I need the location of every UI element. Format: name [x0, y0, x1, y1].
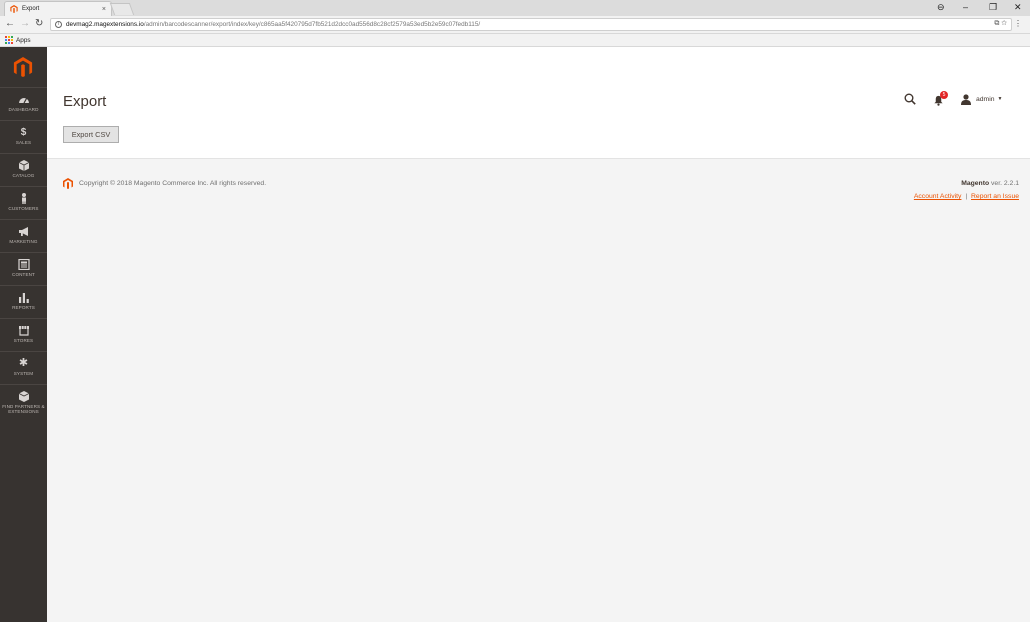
- sidebar-item-system[interactable]: ✱ SYSTEM: [0, 351, 47, 384]
- magento-footer-logo-icon: [63, 178, 73, 189]
- megaphone-icon: [18, 227, 28, 236]
- reload-icon[interactable]: ↻: [35, 18, 43, 29]
- sidebar-item-marketing[interactable]: MARKETING: [0, 219, 47, 252]
- address-bar[interactable]: i devmag2.magextensions.io /admin/barcod…: [50, 18, 1012, 31]
- sidebar-item-label: FIND PARTNERS & EXTENSIONS: [2, 404, 45, 414]
- sidebar-item-find-partners[interactable]: FIND PARTNERS & EXTENSIONS: [0, 384, 47, 424]
- sidebar-item-label: STORES: [13, 338, 34, 343]
- browser-tab[interactable]: Export ×: [4, 1, 112, 16]
- magento-logo-icon[interactable]: [13, 57, 33, 77]
- report-issue-link[interactable]: Report an Issue: [971, 193, 1019, 200]
- account-activity-link[interactable]: Account Activity: [914, 193, 962, 200]
- store-icon: [18, 326, 29, 336]
- sidebar-item-sales[interactable]: $ SALES: [0, 120, 47, 153]
- admin-menu: DASHBOARD $ SALES CATALOG CUSTOMERS MARK…: [0, 87, 47, 424]
- sidebar-item-label: DASHBOARD: [8, 107, 39, 112]
- search-icon[interactable]: [904, 93, 916, 105]
- bar-chart-icon: [18, 293, 29, 303]
- caret-down-icon: ▼: [997, 96, 1003, 102]
- magento-brand: Magento: [961, 180, 990, 187]
- box-icon: [18, 160, 29, 171]
- forward-icon[interactable]: →: [20, 18, 30, 29]
- sidebar-item-customers[interactable]: CUSTOMERS: [0, 186, 47, 219]
- page-title: Export: [63, 93, 107, 110]
- admin-sidebar: DASHBOARD $ SALES CATALOG CUSTOMERS MARK…: [0, 47, 47, 622]
- browser-menu-icon[interactable]: ⋮: [1014, 19, 1022, 28]
- export-csv-button[interactable]: Export CSV: [63, 126, 119, 143]
- sidebar-item-label: CUSTOMERS: [8, 206, 39, 211]
- user-name: admin: [976, 95, 995, 103]
- sidebar-item-label: REPORTS: [12, 305, 35, 310]
- magento-version: Magento ver. 2.2.1: [961, 180, 1019, 187]
- page-header: Export Export CSV 5 admin ▼: [47, 47, 1030, 159]
- sidebar-item-label: CATALOG: [12, 173, 35, 178]
- partners-icon: [18, 391, 29, 402]
- content-icon: [17, 259, 30, 270]
- close-window-icon[interactable]: ✕: [1014, 2, 1022, 13]
- url-host: devmag2.magextensions.io: [66, 21, 144, 28]
- user-icon: [961, 93, 971, 105]
- profile-icon[interactable]: ⊖: [937, 2, 945, 13]
- sidebar-item-reports[interactable]: REPORTS: [0, 285, 47, 318]
- sidebar-item-label: MARKETING: [9, 239, 38, 244]
- bookmarks-bar: Apps: [0, 34, 1030, 47]
- tab-close-icon[interactable]: ×: [102, 6, 106, 13]
- magento-favicon-icon: [10, 5, 18, 13]
- copyright-text: Copyright © 2018 Magento Commerce Inc. A…: [79, 180, 267, 187]
- browser-toolbar: ← → ↻ i devmag2.magextensions.io /admin/…: [0, 16, 1030, 34]
- new-tab-button[interactable]: [109, 3, 135, 15]
- gear-icon: ✱: [18, 357, 29, 369]
- tab-title: Export: [22, 6, 40, 12]
- sidebar-item-content[interactable]: CONTENT: [0, 252, 47, 285]
- version-number: ver. 2.2.1: [989, 180, 1019, 187]
- notifications-button[interactable]: 5: [933, 91, 948, 106]
- footer-separator: |: [965, 193, 968, 200]
- browser-tab-bar: Export × ⊖ – ❐ ✕: [0, 0, 1030, 16]
- url-path: /admin/barcodescanner/export/index/key/c…: [143, 21, 481, 28]
- screen: Export × ⊖ – ❐ ✕ ← → ↻ i devmag2.magexte…: [0, 0, 1030, 622]
- footer-links: Account Activity | Report an Issue: [914, 193, 1019, 200]
- sidebar-item-catalog[interactable]: CATALOG: [0, 153, 47, 186]
- user-menu[interactable]: admin ▼: [961, 93, 1002, 105]
- sidebar-item-label: SALES: [15, 140, 32, 145]
- sidebar-item-label: SYSTEM: [13, 371, 34, 376]
- dollar-icon: $: [20, 127, 27, 138]
- notification-count-badge: 5: [940, 91, 948, 99]
- apps-grid-icon[interactable]: [5, 36, 13, 44]
- minimize-icon[interactable]: –: [963, 2, 968, 12]
- person-icon: [21, 193, 26, 204]
- bookmark-star-icon[interactable]: ⧉ ☆: [994, 20, 1007, 28]
- sidebar-item-label: CONTENT: [12, 272, 35, 277]
- restore-icon[interactable]: ❐: [989, 2, 997, 13]
- sidebar-item-stores[interactable]: STORES: [0, 318, 47, 351]
- dashboard-icon: [18, 98, 29, 104]
- back-icon[interactable]: ←: [5, 18, 15, 29]
- apps-bookmark[interactable]: Apps: [16, 37, 31, 44]
- info-icon[interactable]: i: [55, 21, 62, 28]
- sidebar-item-dashboard[interactable]: DASHBOARD: [0, 87, 47, 120]
